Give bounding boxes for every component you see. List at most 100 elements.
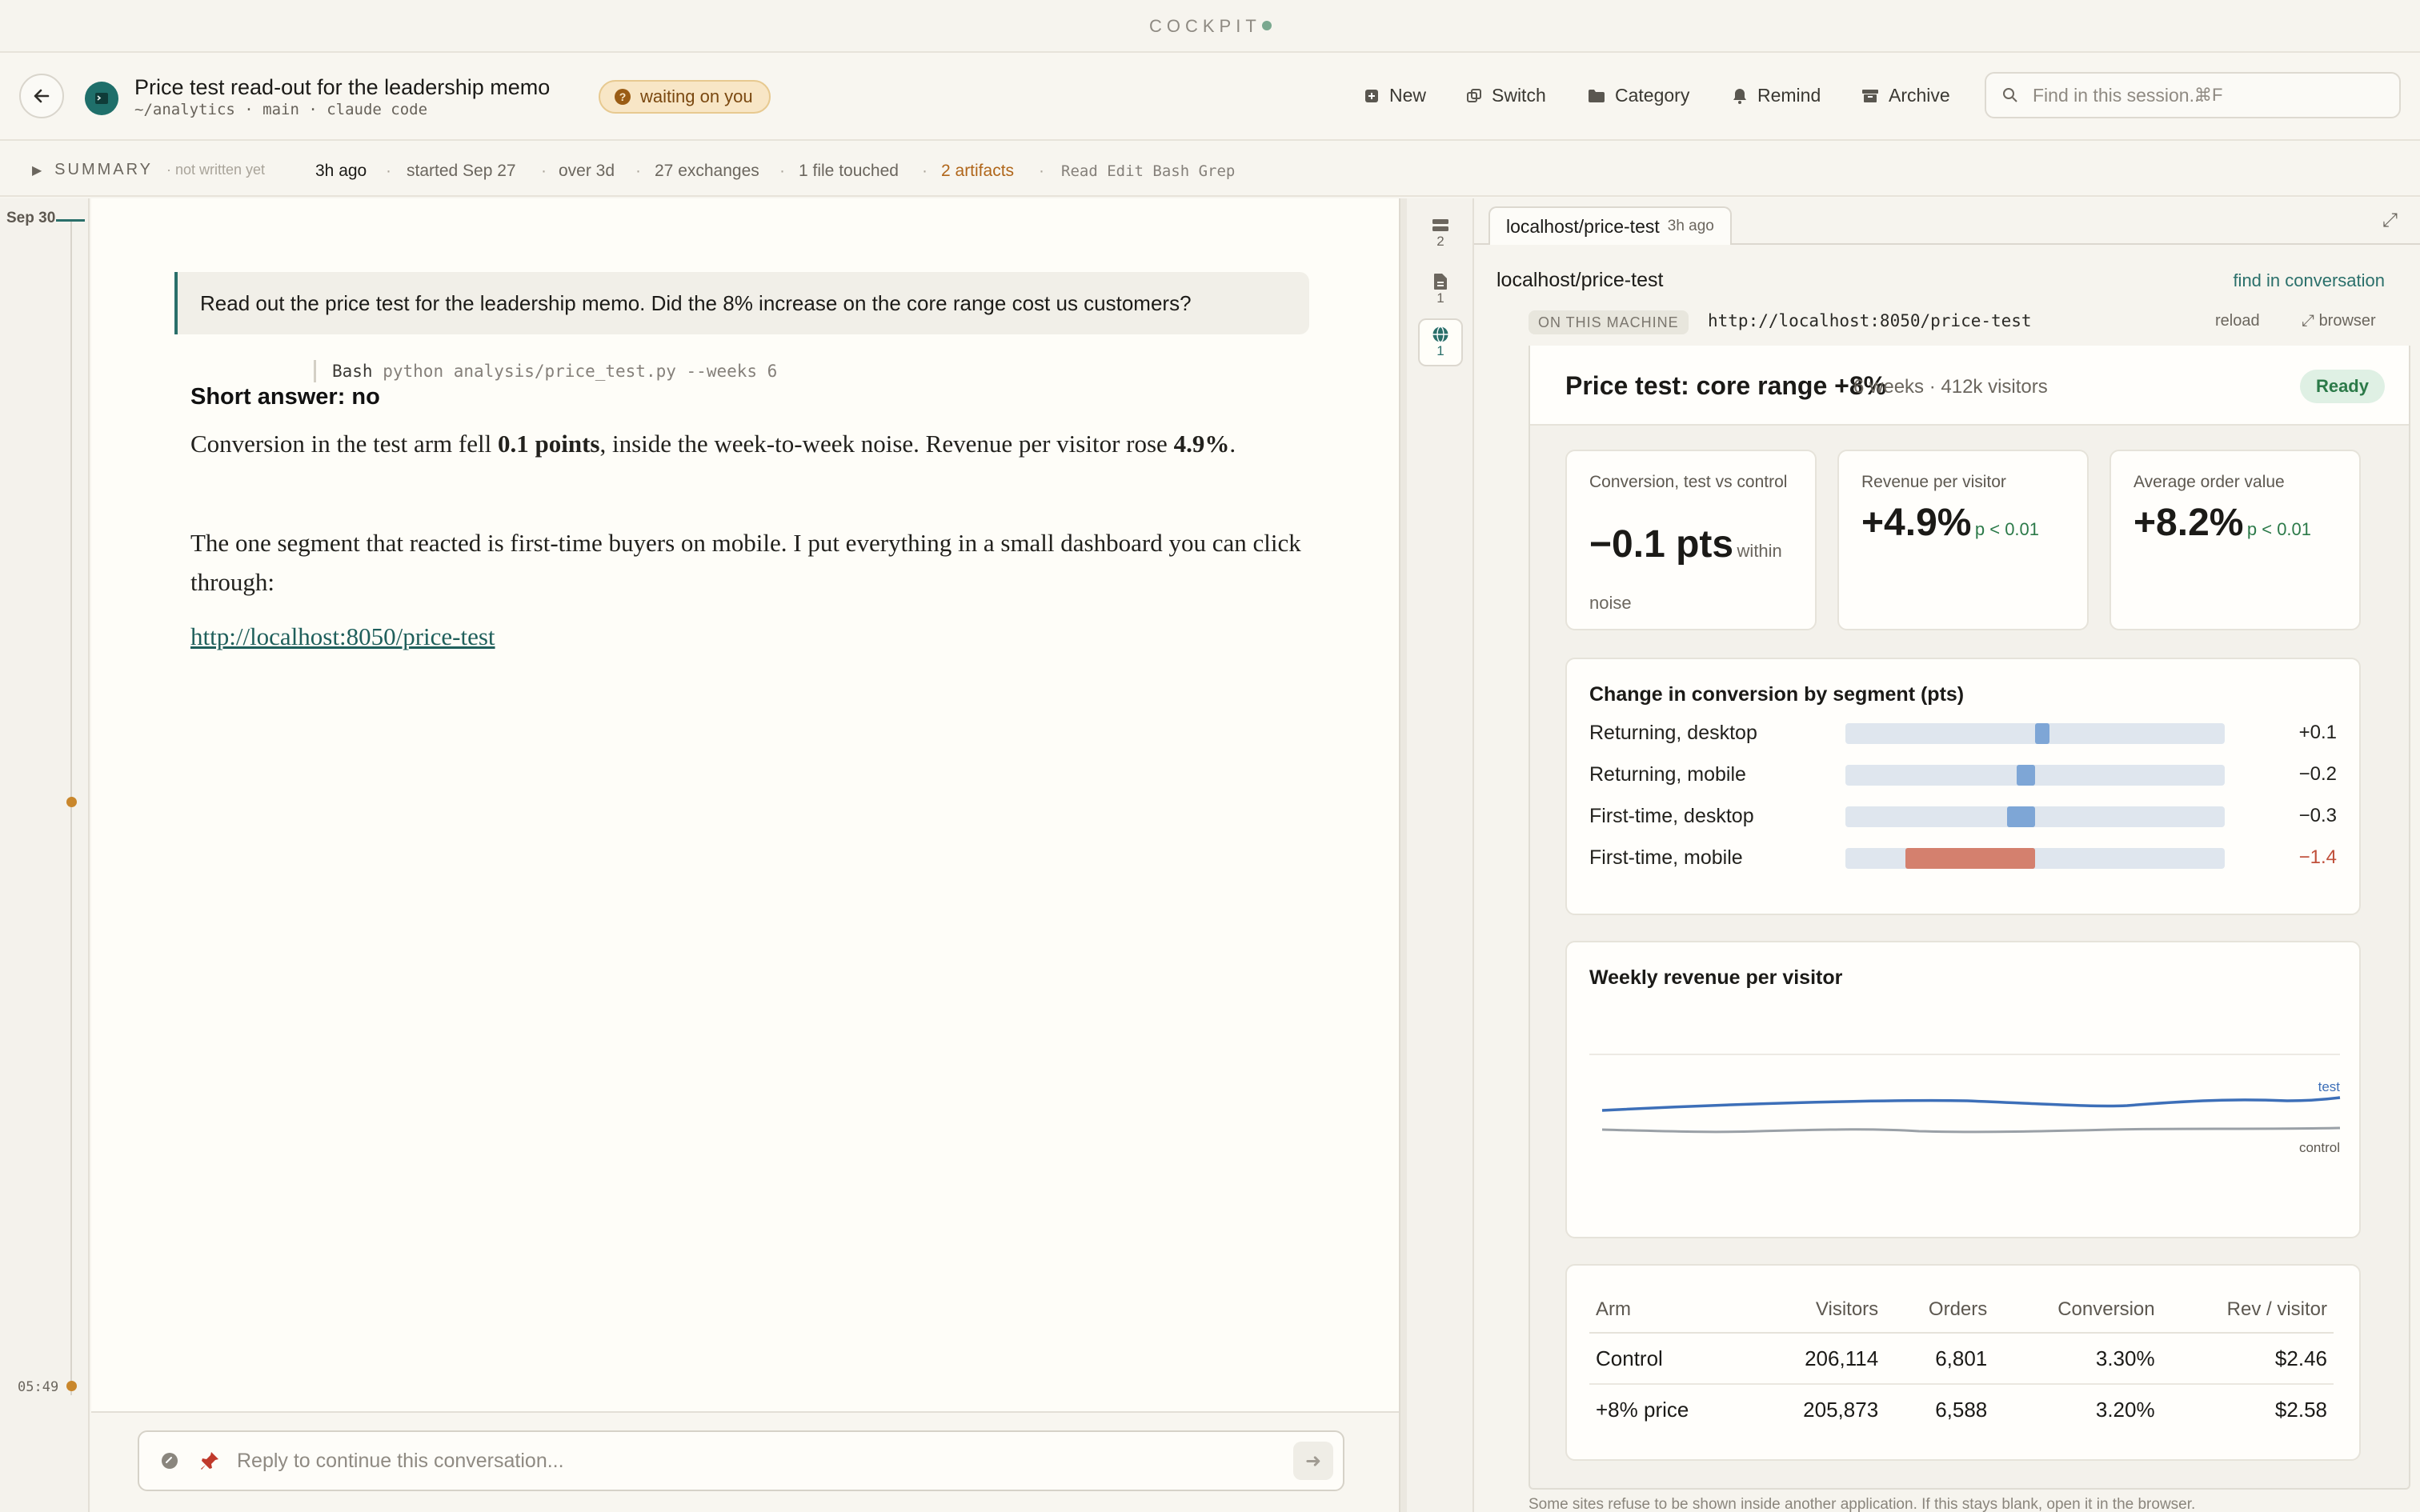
reload-button[interactable]: reload: [2215, 312, 2260, 330]
artifact-pane: localhost/price-test 3h ago ⤢ localhost/…: [1474, 198, 2420, 1512]
new-button-label: New: [1389, 85, 1427, 106]
summary-row: ▶ SUMMARY · not written yet 3h ago · sta…: [0, 142, 2420, 197]
remind-button[interactable]: Remind: [1732, 85, 1821, 106]
pin-icon[interactable]: [198, 1450, 221, 1472]
tool-call[interactable]: Bash python analysis/price_test.py --wee…: [314, 360, 777, 382]
back-button[interactable]: [19, 74, 64, 118]
search-input[interactable]: [2033, 84, 2337, 106]
separator: ·: [541, 162, 547, 180]
timeline-event-dot[interactable]: [66, 1381, 77, 1391]
kpi-value: +8.2%: [2134, 502, 2244, 544]
tool-command: python analysis/price_test.py --weeks 6: [383, 362, 778, 381]
segment-value: −0.3: [2298, 805, 2337, 826]
table-cell: 6,588: [1935, 1398, 1988, 1422]
archive-button[interactable]: Archive: [1861, 85, 1950, 106]
reply-composer[interactable]: ➜: [138, 1430, 1344, 1491]
composer-area: ➜: [91, 1411, 1399, 1512]
table-row: +8% price 205,873 6,588 3.20% $2.58: [1589, 1384, 2334, 1435]
weekly-chart-card: Weekly revenue per visitor test control: [1565, 941, 2361, 1238]
exchange-count: 27 exchanges: [655, 162, 759, 180]
tool-name: Bash: [332, 362, 373, 381]
answer-paragraph: Conversion in the test arm fell 0.1 poin…: [190, 424, 1327, 463]
segment-value: −1.4: [2298, 846, 2337, 868]
segment-bar-track: [1845, 723, 2225, 744]
rail-item-count: 2: [1436, 234, 1444, 249]
table-row: Control 206,114 6,801 3.30% $2.46: [1589, 1333, 2334, 1385]
dashboard-link[interactable]: http://localhost:8050/price-test: [190, 622, 495, 651]
segment-bar: [2016, 765, 2035, 786]
summary-note: · not written yet: [166, 162, 266, 178]
kpi-label: Average order value: [2134, 473, 2285, 491]
expand-icon[interactable]: ⤢: [2382, 210, 2398, 232]
segment-label: First-time, mobile: [1589, 846, 1743, 869]
table-cell: 206,114: [1750, 1333, 1885, 1385]
status-badge[interactable]: ? waiting on you: [599, 80, 771, 114]
timeline-event-dot[interactable]: [66, 797, 77, 807]
archive-icon: [1862, 89, 1878, 102]
terminal-icon: [95, 93, 108, 104]
segment-chart-card: Change in conversion by segment (pts) Re…: [1565, 658, 2361, 915]
table-cell: $2.46: [2161, 1333, 2334, 1385]
segment-value: +0.1: [2298, 722, 2337, 743]
switch-icon: [1467, 88, 1481, 102]
open-browser-button[interactable]: ⤢ browser: [2302, 312, 2376, 330]
summary-note-text: not written yet: [175, 162, 266, 178]
timeline-marker: [56, 219, 85, 222]
send-button[interactable]: ➜: [1293, 1442, 1333, 1480]
conversation-pane: Sep 30 05:49 Read out the price test for…: [0, 198, 1399, 1512]
status-badge-label: waiting on you: [640, 86, 753, 106]
session-title: Price test read-out for the leadership m…: [134, 75, 551, 99]
reply-input[interactable]: [237, 1449, 1261, 1473]
open-browser-label: browser: [2318, 312, 2376, 330]
segment-chart-title: Change in conversion by segment (pts): [1589, 683, 1965, 706]
artifacts-link[interactable]: 2 artifacts: [941, 162, 1014, 181]
pane-resize-handle[interactable]: [1399, 198, 1407, 1512]
table-cell: 6,801: [1885, 1333, 1994, 1385]
rail-item-browser[interactable]: 1: [1418, 318, 1463, 366]
switch-button[interactable]: Switch: [1466, 85, 1546, 106]
column-header: Visitors: [1750, 1286, 1885, 1334]
timeline-track: [70, 219, 72, 1395]
category-button[interactable]: Category: [1588, 85, 1689, 106]
chevron-right-icon: ▶: [32, 164, 42, 178]
bell-icon: [1733, 88, 1746, 104]
summary-toggle[interactable]: ▶ SUMMARY: [32, 160, 153, 179]
column-header: Conversion: [1993, 1286, 2162, 1334]
kpi-value-block: +8.2% p < 0.01: [2134, 501, 2311, 545]
segment-value: −0.2: [2298, 763, 2337, 785]
location-badge: ON THIS MACHINE: [1529, 310, 1689, 334]
column-header: Orders: [1885, 1286, 1994, 1334]
dashboard-meta: 6 weeks · 412k visitors: [1853, 376, 2048, 398]
separator: ·: [779, 162, 785, 180]
column-header: Rev / visitor: [2161, 1286, 2334, 1334]
find-in-conversation-link[interactable]: find in conversation: [2233, 270, 2385, 291]
table-cell: +8% price: [1596, 1398, 1689, 1422]
dashboard-header: Price test: core range +8% 6 weeks · 412…: [1530, 346, 2409, 426]
tools-used: Read Edit Bash Grep: [1061, 162, 1236, 180]
rail-item-count: 1: [1436, 343, 1444, 358]
session-search[interactable]: ⌘F: [1985, 72, 2401, 118]
user-message: Read out the price test for the leadersh…: [174, 272, 1309, 334]
test-series-line: [1601, 1096, 2341, 1112]
embed-note: Some sites refuse to be shown inside ano…: [1529, 1496, 2196, 1512]
new-button[interactable]: New: [1364, 85, 1426, 106]
timeline-date: Sep 30: [6, 210, 56, 226]
kpi-value: +4.9%: [1861, 502, 1972, 544]
external-link-icon: ⤢: [2302, 312, 2314, 330]
separator: ·: [386, 162, 391, 180]
answer-emphasis: 0.1 points: [497, 430, 600, 458]
duration: over 3d: [559, 162, 615, 180]
kpi-card-aov: Average order value +8.2% p < 0.01: [2109, 450, 2361, 630]
kpi-significance: p < 0.01: [2246, 519, 2312, 539]
folder-icon: [1589, 89, 1605, 102]
list-icon: [1432, 219, 1448, 231]
rail-item-file[interactable]: 1: [1418, 266, 1463, 314]
answer-emphasis: 4.9%: [1173, 430, 1230, 458]
attach-icon[interactable]: [160, 1451, 179, 1470]
answer-text: , inside the week-to-week noise. Revenue…: [599, 430, 1174, 458]
tab-price-test[interactable]: localhost/price-test 3h ago: [1488, 206, 1732, 245]
segment-bar: [2035, 723, 2049, 744]
rail-item-list[interactable]: 2: [1418, 210, 1463, 258]
separator: ·: [922, 162, 928, 180]
search-shortcut: ⌘F: [2194, 85, 2223, 105]
